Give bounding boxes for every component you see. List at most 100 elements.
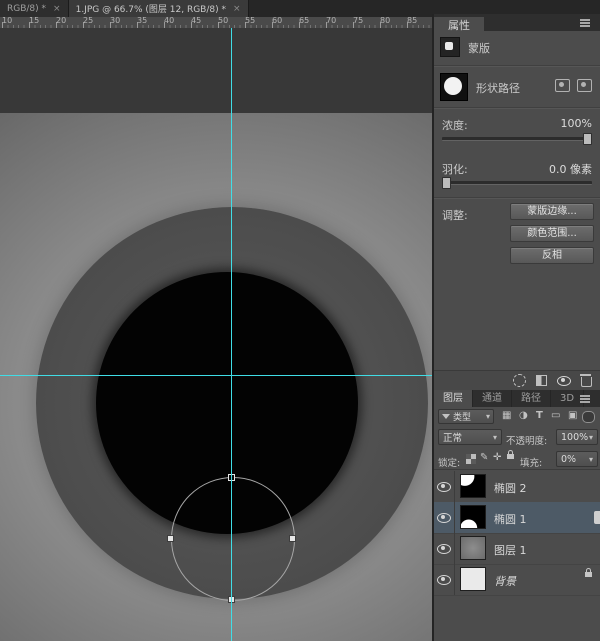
- properties-panel-footer: [434, 370, 600, 390]
- background-lock-icon: [585, 572, 592, 577]
- tab-paths[interactable]: 路径: [512, 390, 551, 407]
- invert-button[interactable]: 反相: [510, 247, 594, 264]
- layer-name[interactable]: 椭圆 1: [494, 511, 527, 527]
- feather-slider-handle[interactable]: [442, 177, 451, 189]
- add-vector-mask-icon[interactable]: [577, 79, 592, 92]
- layer-thumbnail[interactable]: [460, 536, 486, 560]
- layer-name[interactable]: 图层 1: [494, 542, 527, 558]
- ruler-tick-label: 40: [164, 17, 191, 25]
- filter-pixel-layers-icon[interactable]: ▦: [502, 410, 511, 422]
- fill-value: 0%: [561, 454, 589, 465]
- ruler-tick-label: 60: [272, 17, 299, 25]
- lock-transparency-icon[interactable]: [466, 454, 476, 464]
- feather-value[interactable]: 0.0 像素: [549, 161, 592, 177]
- layer-row-ellipse-1[interactable]: 椭圆 1: [434, 502, 600, 534]
- add-pixel-mask-icon[interactable]: [555, 79, 570, 92]
- layers-panel-tabs: 图层 通道 路径 3D: [434, 390, 600, 407]
- ruler-tick-label: 35: [137, 17, 164, 25]
- ruler-tick-label: 15: [29, 17, 56, 25]
- density-slider[interactable]: [442, 137, 592, 141]
- document-image[interactable]: [0, 113, 432, 641]
- layer-name[interactable]: 椭圆 2: [494, 480, 527, 496]
- lock-position-icon[interactable]: ✛: [493, 452, 501, 464]
- vertical-guide[interactable]: [231, 28, 232, 641]
- apply-mask-icon[interactable]: [536, 375, 547, 386]
- tab-layers[interactable]: 图层: [434, 390, 473, 407]
- filter-kind-label: 类型: [453, 410, 486, 423]
- panel-menu-icon[interactable]: [580, 398, 590, 400]
- adjust-label: 调整:: [442, 207, 468, 223]
- horizontal-guide[interactable]: [0, 375, 432, 376]
- layer-badge: [594, 511, 600, 524]
- visibility-toggle[interactable]: [434, 533, 455, 564]
- layer-thumbnail[interactable]: [460, 505, 486, 529]
- shape-path-thumbnail[interactable]: [440, 73, 468, 101]
- mask-edge-button[interactable]: 蒙版边缘...: [510, 203, 594, 220]
- chevron-down-icon: ▾: [589, 455, 593, 464]
- document-tab-1[interactable]: RGB/8) * ×: [0, 0, 69, 17]
- properties-panel: 蒙版 形状路径 浓度: 100% 羽化: 0.0 像素 调整: 蒙版边缘... …: [434, 31, 600, 370]
- mask-label: 蒙版: [468, 40, 490, 56]
- disable-mask-eye-icon[interactable]: [557, 376, 571, 386]
- visibility-toggle[interactable]: [434, 471, 455, 502]
- ruler-tick-label: 45: [191, 17, 218, 25]
- lock-label: 锁定:: [438, 455, 460, 469]
- layer-row-ellipse-2[interactable]: 椭圆 2: [434, 471, 600, 503]
- ruler-tick-label: 10: [2, 17, 29, 25]
- delete-mask-icon[interactable]: [581, 377, 592, 387]
- ruler-tick-label: 50: [218, 17, 245, 25]
- close-icon[interactable]: ×: [233, 4, 241, 14]
- filter-smart-object-icon[interactable]: ▣: [568, 410, 577, 422]
- ruler-tick-label: 85: [407, 17, 434, 25]
- lock-all-icon[interactable]: [507, 454, 514, 459]
- lock-pixels-icon[interactable]: ✎: [480, 452, 488, 464]
- blend-mode-dropdown[interactable]: 正常 ▾: [438, 429, 502, 445]
- filter-toggle[interactable]: [582, 411, 595, 423]
- canvas-area[interactable]: [0, 28, 432, 641]
- filter-kind-dropdown[interactable]: 类型 ▾: [438, 409, 494, 424]
- path-anchor-right[interactable]: [289, 535, 296, 542]
- layer-name[interactable]: 背景: [494, 573, 516, 589]
- ruler-tick-label: 65: [299, 17, 326, 25]
- path-anchor-left[interactable]: [167, 535, 174, 542]
- color-range-button[interactable]: 颜色范围...: [510, 225, 594, 242]
- ruler-tick-label: 30: [110, 17, 137, 25]
- mask-thumbnail-icon[interactable]: [440, 37, 460, 57]
- opacity-value: 100%: [561, 432, 589, 443]
- chevron-down-icon: ▾: [486, 412, 490, 421]
- fill-label: 填充:: [520, 455, 542, 469]
- fill-dropdown[interactable]: 0% ▾: [556, 451, 598, 467]
- right-panel: 属性 蒙版 形状路径 浓度: 100% 羽化: 0.0 像素 调整:: [432, 14, 600, 641]
- opacity-dropdown[interactable]: 100% ▾: [556, 429, 598, 445]
- ellipse-path-outline[interactable]: [171, 477, 295, 601]
- close-icon[interactable]: ×: [53, 4, 61, 14]
- document-tab-2[interactable]: 1.JPG @ 66.7% (图层 12, RGB/8) * ×: [69, 0, 249, 17]
- layer-row-layer-1[interactable]: 图层 1: [434, 533, 600, 565]
- filter-shape-layers-icon[interactable]: ▭: [551, 410, 560, 422]
- eye-icon: [437, 575, 451, 585]
- ruler-tick-label: 75: [353, 17, 380, 25]
- filter-type-layers-icon[interactable]: T: [536, 410, 543, 422]
- ruler-numbers: 10 15 20 25 30 35 40 45 50 55 60 65 70 7…: [0, 17, 432, 25]
- feather-slider[interactable]: [442, 181, 592, 185]
- load-selection-icon[interactable]: [513, 374, 526, 387]
- eye-icon: [437, 482, 451, 492]
- layer-row-background[interactable]: 背景: [434, 564, 600, 596]
- density-slider-handle[interactable]: [583, 133, 592, 145]
- blend-mode-value: 正常: [443, 430, 493, 444]
- eye-icon: [437, 544, 451, 554]
- layer-thumbnail[interactable]: [460, 474, 486, 498]
- layers-panel: 类型 ▾ ▦ ◑ T ▭ ▣ 正常 ▾ 不透明度: 100% ▾ 锁定: ✎ ✛: [434, 407, 600, 641]
- density-value[interactable]: 100%: [561, 117, 592, 130]
- ruler-tick-label: 80: [380, 17, 407, 25]
- visibility-toggle[interactable]: [434, 502, 455, 533]
- ruler-tick-label: 55: [245, 17, 272, 25]
- layer-thumbnail[interactable]: [460, 567, 486, 591]
- filter-adjustment-layers-icon[interactable]: ◑: [519, 410, 528, 422]
- divider: [434, 469, 600, 470]
- tab-channels[interactable]: 通道: [473, 390, 512, 407]
- panel-menu-icon[interactable]: [580, 22, 590, 24]
- document-tab-title: RGB/8) *: [7, 4, 46, 14]
- divider: [434, 197, 600, 199]
- visibility-toggle[interactable]: [434, 564, 455, 595]
